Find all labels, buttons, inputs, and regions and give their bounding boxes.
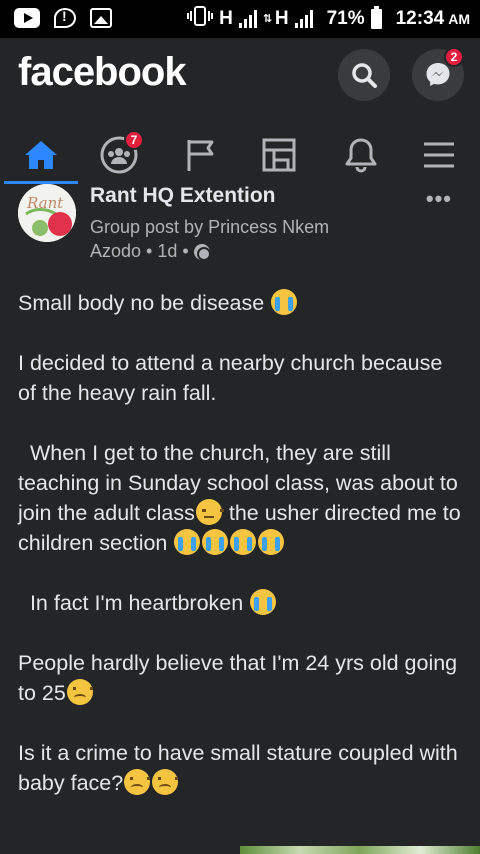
post-time[interactable]: 1d (157, 241, 177, 262)
app-header: facebook 2 7 (0, 38, 480, 185)
post-author-last[interactable]: Azodo (90, 241, 141, 262)
tab-pages[interactable] (166, 126, 236, 184)
group-avatar[interactable]: Rant (18, 184, 76, 242)
messenger-button[interactable]: 2 (412, 47, 464, 101)
status-bar: H ⇅ H 71% 12:34 AM (0, 0, 480, 38)
sad-emoji-icon (66, 679, 93, 705)
network-type-label-2: H (274, 8, 289, 29)
signal-icon (238, 10, 257, 28)
pensive-emoji-icon (195, 499, 224, 525)
post-body: Small body no be disease I decided to at… (18, 288, 464, 828)
paragraph-text: In fact I'm heartbroken (18, 591, 250, 615)
messenger-notification-icon (54, 8, 76, 28)
crying-emoji-icon (250, 589, 277, 615)
image-icon (90, 8, 112, 28)
flag-icon (187, 140, 214, 171)
next-post-image[interactable] (240, 846, 480, 854)
tab-notifications[interactable] (326, 126, 396, 184)
home-icon (25, 141, 57, 169)
network-type-label: H (219, 8, 233, 29)
menu-icon (424, 142, 454, 168)
meta-separator: • (146, 241, 153, 261)
search-button[interactable] (338, 49, 390, 101)
paragraph: Small body no be disease (18, 288, 464, 318)
tab-bar: 7 (0, 126, 480, 184)
paragraph: In fact I'm heartbroken (18, 588, 464, 618)
paragraph: When I get to the church, they are still… (18, 438, 464, 558)
clock: 12:34 (395, 8, 445, 29)
battery-icon (370, 6, 382, 29)
paragraph: Is it a crime to have small stature coup… (18, 738, 464, 798)
public-globe-icon (193, 243, 211, 261)
bell-icon (345, 138, 377, 173)
vibrate-icon (187, 6, 214, 32)
groups-badge: 7 (124, 130, 144, 150)
crying-emoji-icon (258, 529, 285, 555)
paragraph: I decided to attend a nearby church beca… (18, 348, 464, 408)
meta-separator: • (182, 241, 189, 261)
messenger-badge: 2 (444, 47, 464, 67)
data-arrows-icon: ⇅ (262, 12, 273, 25)
group-name[interactable]: Rant HQ Extention (90, 184, 276, 208)
crying-emoji-icon (271, 289, 298, 315)
signal-icon-2 (294, 10, 313, 28)
search-icon (352, 63, 377, 88)
paragraph: People hardly believe that I'm 24 yrs ol… (18, 648, 464, 708)
tab-home[interactable] (6, 126, 76, 184)
crying-emoji-icon (202, 529, 229, 555)
clock-ampm: AM (448, 11, 470, 27)
post-author[interactable]: Group post by Princess Nkem (90, 217, 329, 238)
facebook-logo[interactable]: facebook (18, 50, 187, 95)
group-post: Rant Rant HQ Extention ••• Group post by… (0, 184, 480, 844)
watch-icon (262, 138, 296, 172)
post-meta: Azodo • 1d • (90, 241, 211, 262)
sad-emoji-icon (124, 769, 151, 795)
tab-groups[interactable]: 7 (84, 126, 154, 184)
sad-emoji-icon (152, 769, 179, 795)
crying-emoji-icon (230, 529, 257, 555)
paragraph-text: I decided to attend a nearby church beca… (18, 351, 443, 405)
tab-menu[interactable] (404, 126, 474, 184)
crying-emoji-icon (174, 529, 201, 555)
paragraph-text: Is it a crime to have small stature coup… (18, 741, 458, 795)
paragraph-text: Small body no be disease (18, 291, 271, 315)
tab-watch[interactable] (244, 126, 314, 184)
youtube-icon (14, 8, 40, 28)
battery-percent: 71% (326, 8, 365, 29)
more-options-icon[interactable]: ••• (426, 186, 452, 212)
